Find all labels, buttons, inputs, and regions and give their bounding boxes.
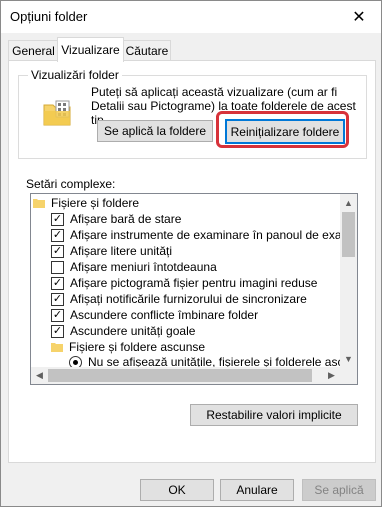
tab-general-label: General [12, 44, 55, 58]
advanced-settings-label: Setări complexe: [26, 177, 116, 191]
vertical-scroll-thumb[interactable] [342, 212, 355, 257]
tab-search[interactable]: Căutare [123, 40, 171, 61]
reset-folders-button[interactable]: Reinițializare foldere [225, 119, 345, 144]
option-label: Afișare bară de stare [70, 212, 182, 226]
folder-options-window: Opțiuni folder ✕ General Vizualizare Cău… [0, 0, 382, 507]
apply-button[interactable]: Se aplică [302, 479, 376, 501]
apply-to-folders-label: Se aplică la foldere [103, 124, 207, 138]
scroll-down-arrow-icon[interactable]: ▼ [340, 350, 357, 367]
folder-icon [33, 199, 45, 208]
horizontal-scroll-thumb[interactable] [48, 369, 312, 382]
restore-defaults-label: Restabilire valori implicite [206, 408, 342, 422]
checkbox-checked-icon[interactable]: ✓ [51, 212, 64, 226]
option-label: Afișați notificările furnizorului de sin… [70, 292, 307, 306]
tab-search-label: Căutare [125, 44, 169, 58]
tree-item-label: Fișiere și foldere [51, 196, 140, 210]
vertical-scrollbar[interactable]: ▲ ▼ [340, 194, 357, 367]
restore-defaults-button[interactable]: Restabilire valori implicite [190, 404, 358, 426]
advanced-settings-tree[interactable]: Fișiere și foldere ✓ Afișare bară de sta… [30, 193, 358, 385]
radio-dot-icon [73, 359, 78, 365]
checkbox-checked-icon[interactable]: ✓ [51, 324, 64, 338]
checkbox-checked-icon[interactable]: ✓ [51, 228, 64, 242]
checkbox-checked-icon[interactable]: ✓ [51, 244, 64, 258]
folder-views-group-title: Vizualizări folder [28, 68, 122, 82]
reset-folders-label: Reinițializare foldere [230, 124, 340, 139]
title-bar: Opțiuni folder ✕ [1, 1, 381, 33]
option-label: Afișare meniuri întotdeauna [70, 260, 217, 274]
cancel-button[interactable]: Anulare [220, 479, 294, 501]
ok-button[interactable]: OK [140, 479, 214, 501]
folder-icon [51, 343, 63, 352]
apply-label: Se aplică [314, 483, 364, 497]
folder-view-icon [43, 100, 71, 126]
tree-item-label: Fișiere și foldere ascunse [69, 340, 206, 354]
close-icon: ✕ [352, 9, 366, 26]
scroll-right-arrow-icon[interactable]: ▶ [323, 367, 340, 384]
cancel-label: Anulare [236, 483, 278, 497]
option-label: Ascundere conflicte îmbinare folder [70, 308, 259, 322]
horizontal-scrollbar[interactable]: ◀ ▶ [31, 367, 357, 384]
apply-to-folders-button[interactable]: Se aplică la foldere [97, 120, 213, 142]
checkbox-unchecked-icon[interactable] [51, 260, 64, 274]
option-label: Afișare instrumente de examinare în pano… [70, 228, 358, 242]
close-button[interactable]: ✕ [337, 1, 381, 33]
checkbox-checked-icon[interactable]: ✓ [51, 308, 64, 322]
scroll-up-arrow-icon[interactable]: ▲ [340, 194, 357, 211]
window-title: Opțiuni folder [10, 9, 88, 24]
checkbox-checked-icon[interactable]: ✓ [51, 292, 64, 306]
option-label: Afișare pictogramă fișier pentru imagini… [70, 276, 318, 290]
tab-general[interactable]: General [8, 40, 59, 61]
checkbox-checked-icon[interactable]: ✓ [51, 276, 64, 290]
scroll-left-arrow-icon[interactable]: ◀ [31, 367, 48, 384]
tab-view[interactable]: Vizualizare [57, 37, 124, 62]
tab-view-label: Vizualizare [61, 43, 120, 57]
ok-label: OK [168, 483, 186, 497]
option-label: Afișare litere unități [70, 244, 173, 258]
option-label: Ascundere unități goale [70, 324, 196, 338]
